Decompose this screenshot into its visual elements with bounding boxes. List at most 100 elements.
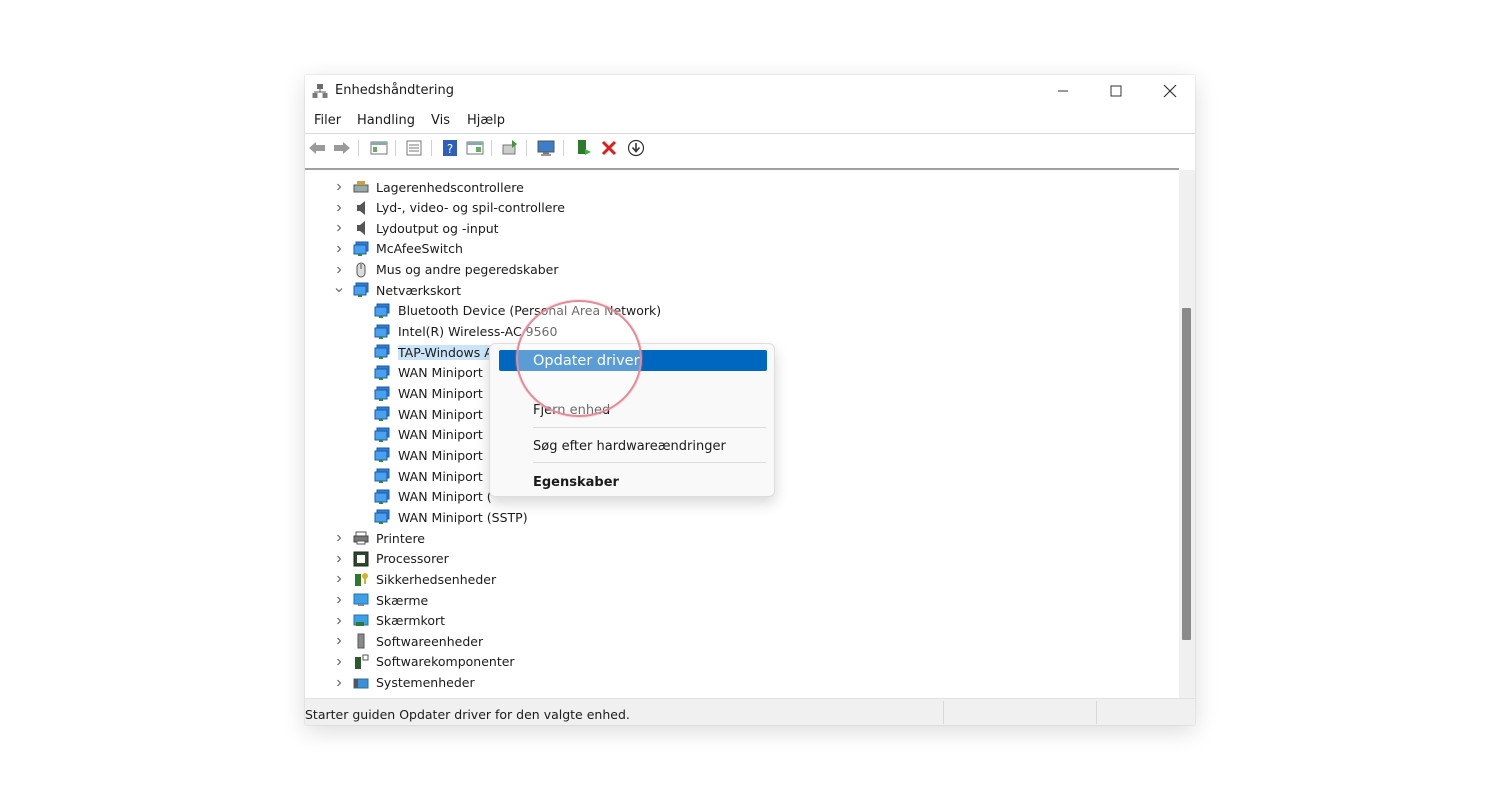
update-driver-toolbar-icon[interactable] — [501, 139, 519, 157]
tree-category[interactable]: Softwareenheder — [305, 631, 1175, 651]
menu-hjaelp[interactable]: Hjælp — [467, 113, 505, 128]
menu-filer[interactable]: Filer — [314, 113, 341, 128]
processor-icon — [353, 551, 369, 567]
tree-category[interactable]: Mus og andre pegeredskaber — [305, 260, 1175, 280]
speaker-icon — [357, 221, 365, 236]
chevron-right-icon[interactable] — [334, 636, 344, 646]
maximize-button[interactable] — [1093, 75, 1139, 107]
system-device-icon — [353, 678, 369, 689]
tree-category[interactable]: Skærmkort — [305, 611, 1175, 631]
tree-category[interactable]: Systemenheder — [305, 673, 1175, 693]
display-adapter-icon — [353, 614, 369, 626]
tree-category[interactable]: Lydoutput og -input — [305, 218, 1175, 238]
tree-category[interactable]: Skærme — [305, 590, 1175, 610]
tree-device[interactable]: Bluetooth Device (Personal Area Network) — [305, 301, 1175, 321]
minimize-icon — [1058, 90, 1068, 92]
maximize-icon — [1110, 85, 1122, 97]
tree-item-label: McAfeeSwitch — [376, 241, 463, 257]
network-adapter-icon — [374, 365, 390, 380]
chevron-right-icon[interactable] — [334, 203, 344, 213]
chevron-right-icon[interactable] — [334, 595, 344, 605]
tree-item-label: Lagerenhedscontrollere — [376, 179, 524, 195]
network-adapter-icon — [374, 509, 390, 525]
mouse-icon — [356, 262, 366, 278]
network-adapter-icon — [374, 386, 390, 401]
printer-icon — [353, 531, 369, 545]
uninstall-device-icon[interactable] — [600, 139, 618, 157]
monitor-icon — [353, 593, 369, 606]
context-properties[interactable]: Egenskaber — [533, 475, 619, 490]
network-adapter-icon — [374, 489, 390, 504]
chevron-right-icon[interactable] — [334, 223, 344, 233]
chevron-right-icon[interactable] — [334, 182, 344, 192]
network-adapter-icon — [374, 303, 390, 318]
tree-item-label: WAN Miniport ( — [398, 489, 492, 505]
disable-device-icon[interactable] — [627, 139, 645, 157]
tree-item-label: Netværkskort — [376, 282, 461, 298]
network-adapter-icon — [374, 344, 390, 360]
network-adapter-icon — [374, 468, 390, 484]
window-title: Enhedshåndtering — [335, 83, 454, 98]
speaker-icon — [357, 200, 365, 215]
properties-icon[interactable] — [405, 139, 423, 157]
tree-item-label: WAN Miniport — [398, 365, 483, 381]
network-adapter-icon — [353, 282, 369, 298]
tree-item-label: WAN Miniport — [398, 447, 483, 463]
back-icon[interactable] — [308, 139, 326, 157]
tree-item-label: Processorer — [376, 551, 449, 567]
tree-category[interactable]: Netværkskort — [305, 280, 1175, 300]
storage-controller-icon — [353, 181, 369, 193]
title-bar: Enhedshåndtering — [305, 75, 1195, 107]
forward-icon[interactable] — [333, 139, 351, 157]
tree-category[interactable]: McAfeeSwitch — [305, 239, 1175, 259]
tree-category[interactable]: Printere — [305, 528, 1175, 548]
tree-item-label: WAN Miniport (SSTP) — [398, 509, 528, 525]
menu-vis[interactable]: Vis — [431, 113, 450, 128]
menu-handling[interactable]: Handling — [357, 113, 415, 128]
chevron-right-icon[interactable] — [334, 244, 344, 254]
show-hide-console-tree-icon[interactable] — [370, 139, 388, 157]
enable-device-icon[interactable] — [575, 139, 593, 157]
network-adapter-icon — [374, 324, 390, 339]
tree-item-label: Sikkerhedsenheder — [376, 571, 497, 587]
chevron-down-icon[interactable] — [334, 285, 344, 295]
tree-category[interactable]: Lyd-, video- og spil-controllere — [305, 198, 1175, 218]
status-bar: Starter guiden Opdater driver for den va… — [305, 698, 1195, 725]
scan-hardware-icon[interactable] — [537, 139, 555, 157]
security-device-icon — [355, 573, 368, 587]
help-icon[interactable]: ? — [441, 139, 459, 157]
tree-device[interactable]: WAN Miniport (SSTP) — [305, 507, 1175, 527]
tree-item-label: Mus og andre pegeredskaber — [376, 262, 559, 278]
network-adapter-icon — [374, 406, 390, 422]
tree-category[interactable]: Lagerenhedscontrollere — [305, 177, 1175, 197]
svg-text:?: ? — [447, 142, 453, 156]
tree-item-label: WAN Miniport — [398, 468, 483, 484]
tree-item-label: Softwareenheder — [376, 633, 484, 649]
scrollbar-thumb[interactable] — [1182, 308, 1191, 640]
network-adapter-icon — [374, 427, 390, 442]
chevron-right-icon[interactable] — [334, 265, 344, 275]
tree-item-label: WAN Miniport — [398, 427, 483, 443]
close-button[interactable] — [1147, 75, 1193, 107]
context-scan-hardware[interactable]: Søg efter hardwareændringer — [533, 439, 726, 454]
vertical-scrollbar[interactable] — [1179, 170, 1195, 698]
tree-device[interactable]: Intel(R) Wireless-AC 9560 — [305, 322, 1175, 342]
tree-category[interactable]: Softwarekomponenter — [305, 652, 1175, 672]
tree-category[interactable]: Sikkerhedsenheder — [305, 569, 1175, 589]
chevron-right-icon[interactable] — [334, 533, 344, 543]
chevron-right-icon[interactable] — [334, 574, 344, 584]
chevron-right-icon[interactable] — [334, 616, 344, 626]
device-manager-icon — [312, 84, 328, 98]
chevron-right-icon[interactable] — [334, 678, 344, 688]
network-adapter-icon — [353, 241, 369, 256]
chevron-right-icon[interactable] — [334, 657, 344, 667]
tree-category[interactable]: Processorer — [305, 549, 1175, 569]
tree-item-label: Printere — [376, 530, 425, 546]
close-icon — [1163, 84, 1177, 98]
action-pane-icon[interactable] — [466, 139, 484, 157]
minimize-button[interactable] — [1040, 75, 1086, 107]
chevron-right-icon[interactable] — [334, 554, 344, 564]
tree-item-label: Lyd-, video- og spil-controllere — [376, 200, 565, 216]
software-device-icon — [357, 633, 365, 649]
tree-item-label: WAN Miniport — [398, 386, 483, 401]
